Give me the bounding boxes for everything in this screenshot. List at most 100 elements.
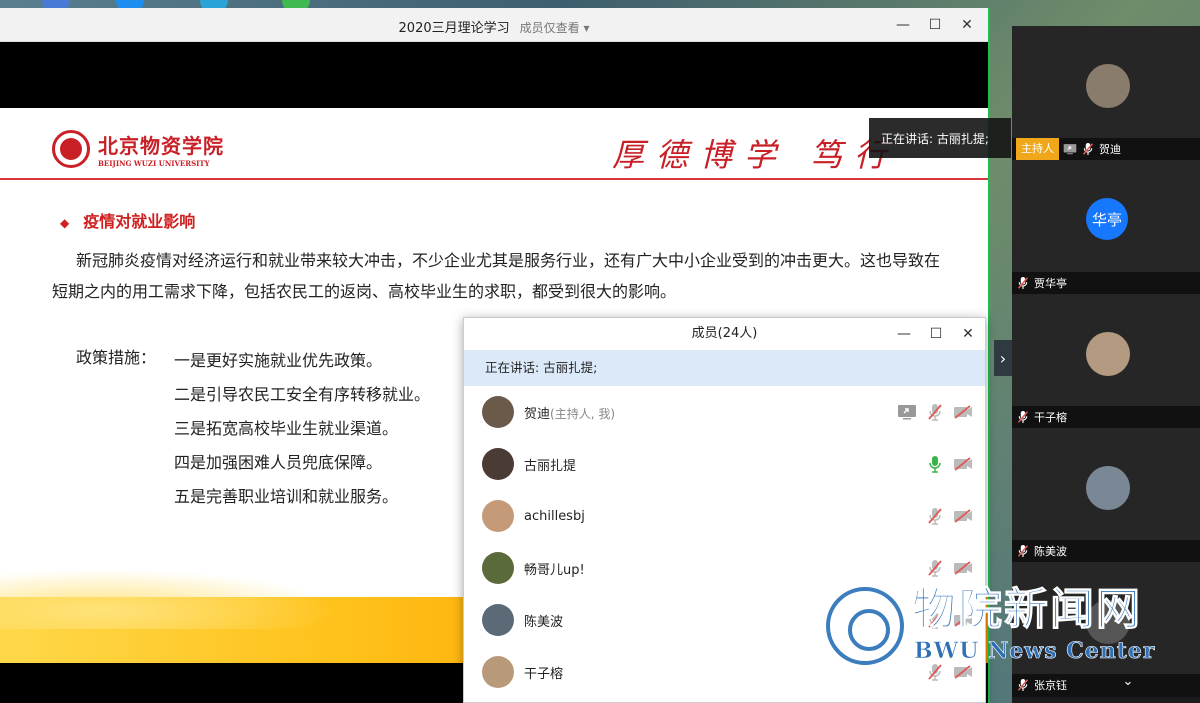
video-tile[interactable]: 干子榕 [1012,294,1200,429]
member-name: 贺迪(主持人, 我) [524,403,615,422]
university-logo: 北京物资学院 BEIJING WUZI UNIVERSITY [52,130,224,168]
member-row[interactable]: achillesbj [464,490,985,542]
slide-header: 北京物资学院 BEIJING WUZI UNIVERSITY 厚德博学 笃行 [0,108,988,180]
member-list: 贺迪(主持人, 我) 古丽扎提 achillesbj 畅哥儿up! 陈美波干子榕 [464,386,985,698]
mic-muted-icon [1016,273,1030,293]
members-panel: 成员(24人) — ☐ ✕ 正在讲话: 古丽扎提; 贺迪(主持人, 我) 古丽扎提… [463,317,986,703]
screen-share-icon[interactable] [897,402,917,422]
expand-icon[interactable]: ⌄ [1092,670,1164,692]
minimize-button[interactable]: — [890,15,916,35]
maximize-button[interactable]: ☐ [922,15,948,35]
member-name-text: 贺迪 [524,406,551,422]
camera-off-icon[interactable] [953,402,973,422]
video-tile-name: 张京钰 [1034,679,1067,692]
avatar [1086,332,1130,376]
speaking-banner: 正在讲话: 古丽扎提; [464,350,985,386]
member-controls [897,402,973,422]
meeting-title-text: 2020三月理论学习 [398,21,510,36]
screen-share-icon [1063,139,1077,159]
camera-off-icon[interactable] [953,610,973,630]
member-name-text: 陈美波 [524,614,564,630]
policy-item: 二是引导农民工安全有序转移就业。 [174,385,431,404]
member-row[interactable]: 古丽扎提 [464,438,985,490]
university-motto: 厚德博学 笃行 [612,136,899,174]
member-row[interactable]: 干子榕 [464,646,985,698]
camera-off-icon[interactable] [953,662,973,682]
avatar-initials: 华亭 [1091,210,1122,229]
video-tile-label: 贾华亭 [1012,272,1200,294]
video-panel: 主持人 贺迪华亭贾华亭干子榕陈美波张京钰 [1012,26,1200,703]
members-window-controls: — ☐ ✕ [891,324,981,344]
camera-off-icon[interactable] [953,506,973,526]
policy-label: 政策措施： [76,348,157,367]
member-controls [925,610,973,630]
video-tile-name: 贾华亭 [1034,277,1067,290]
video-tile[interactable]: 陈美波 [1012,428,1200,563]
close-button[interactable]: ✕ [955,324,981,344]
avatar [1086,466,1130,510]
window-controls: — ☐ ✕ [890,15,980,35]
mic-muted-icon [1016,675,1030,695]
member-name-text: 畅哥儿up! [524,562,585,578]
mic-muted-icon [1016,541,1030,561]
member-name-text: achillesbj [524,508,585,524]
member-name: 畅哥儿up! [524,559,585,578]
mic-muted-icon[interactable] [925,402,945,422]
video-tile-name: 陈美波 [1034,545,1067,558]
section-title: ◆ 疫情对就业影响 [60,208,195,232]
mic-muted-icon[interactable] [925,558,945,578]
section-title-text: 疫情对就业影响 [83,212,196,231]
avatar [482,396,514,428]
host-badge: 主持人 [1016,138,1059,160]
mic-muted-icon[interactable] [925,662,945,682]
member-controls [925,662,973,682]
member-note: (主持人, 我) [550,406,616,421]
camera-off-icon[interactable] [953,558,973,578]
policy-item: 三是拓宽高校毕业生就业渠道。 [174,419,399,438]
meeting-title: 2020三月理论学习 成员仅查看 ▾ [0,17,988,36]
window-titlebar: 2020三月理论学习 成员仅查看 ▾ — ☐ ✕ [0,8,988,42]
member-controls [925,506,973,526]
member-row[interactable]: 畅哥儿up! [464,542,985,594]
mic-muted-icon[interactable] [925,506,945,526]
avatar [482,448,514,480]
member-name: 古丽扎提 [524,455,576,474]
close-button[interactable]: ✕ [954,15,980,35]
collapse-panel-button[interactable]: › [994,340,1012,376]
minimize-button[interactable]: — [891,324,917,344]
logo-en: BEIJING WUZI UNIVERSITY [98,159,210,168]
member-controls [925,454,973,474]
policy-item: 四是加强困难人员兜底保障。 [174,453,383,472]
avatar [1086,64,1130,108]
camera-off-icon[interactable] [953,454,973,474]
mic-muted-icon [1081,139,1095,159]
video-tile-name: 贺迪 [1099,143,1121,156]
avatar [482,604,514,636]
member-name: 干子榕 [524,663,563,682]
avatar: 华亭 [1086,198,1128,240]
logo-cn: 北京物资学院 [98,134,224,158]
speaking-tooltip: 正在讲话: 古丽扎提; [869,118,1011,158]
members-panel-titlebar: 成员(24人) — ☐ ✕ [464,318,985,350]
maximize-button[interactable]: ☐ [923,324,949,344]
avatar [1086,600,1130,644]
member-name: achillesbj [524,509,585,524]
member-name: 陈美波 [524,611,563,630]
avatar [482,656,514,688]
video-tile[interactable]: 华亭贾华亭 [1012,160,1200,295]
video-tile-name: 干子榕 [1034,411,1067,424]
members-title: 成员(24人) [691,326,758,341]
university-seal-icon [52,130,90,168]
video-tile[interactable]: 主持人 贺迪 [1012,26,1200,161]
member-controls [925,558,973,578]
member-name-text: 古丽扎提 [524,458,577,474]
video-tile-label: 主持人 贺迪 [1012,138,1200,160]
member-row[interactable]: 陈美波 [464,594,985,646]
policy-item: 五是完善职业培训和就业服务。 [174,487,399,506]
view-mode-dropdown[interactable]: 成员仅查看 ▾ [520,21,590,35]
mic-on-icon[interactable] [925,454,945,474]
policy-item: 一是更好实施就业优先政策。 [174,351,383,370]
mic-muted-icon[interactable] [925,610,945,630]
member-name-text: 干子榕 [524,666,564,682]
member-row[interactable]: 贺迪(主持人, 我) [464,386,985,438]
